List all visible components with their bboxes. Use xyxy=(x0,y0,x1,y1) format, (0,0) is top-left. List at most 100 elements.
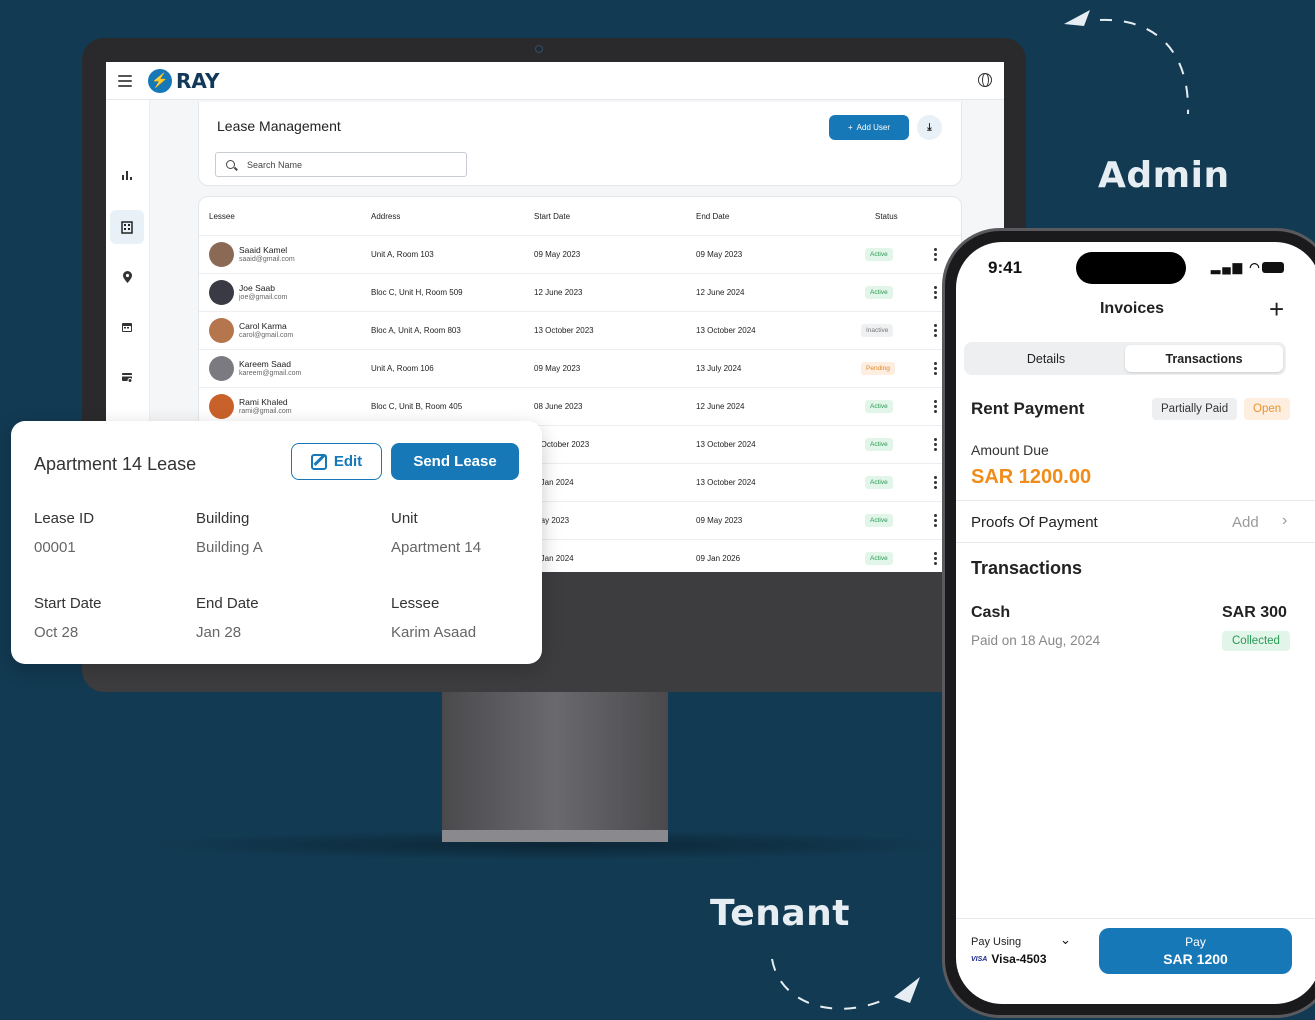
monitor-stand-base xyxy=(442,830,668,842)
globe-icon[interactable] xyxy=(978,73,992,87)
lessee-name: Rami Khaled xyxy=(239,397,288,407)
dynamic-island xyxy=(1076,252,1186,284)
add-proof-link[interactable]: Add xyxy=(1232,514,1259,531)
divider xyxy=(956,918,1315,919)
more-options-icon[interactable] xyxy=(934,324,937,337)
more-options-icon[interactable] xyxy=(934,286,937,299)
avatar xyxy=(209,242,234,267)
collected-badge: Collected xyxy=(1222,631,1290,651)
table-row[interactable]: Joe Saab joe@gmail.com Bloc C, Unit H, Roo… xyxy=(199,273,961,311)
sidebar-location-icon[interactable] xyxy=(110,260,144,294)
search-icon xyxy=(226,160,235,169)
field-label: Start Date xyxy=(34,595,102,612)
send-lease-button[interactable]: Send Lease xyxy=(391,443,519,480)
column-header[interactable]: End Date xyxy=(696,212,729,221)
more-options-icon[interactable] xyxy=(934,362,937,375)
brand-name: RAY xyxy=(176,68,220,93)
lease-details-card: Apartment 14 Lease Edit Send Lease Lease… xyxy=(11,421,542,664)
table-row[interactable]: Kareem Saad kareem@gmail.com Unit A, Room … xyxy=(199,349,961,387)
field-label: Lease ID xyxy=(34,510,95,527)
lessee-name: Saaid Kamel xyxy=(239,245,288,255)
address-cell: Unit A, Room 106 xyxy=(371,364,434,373)
status-badge: Active xyxy=(865,552,893,565)
status-badge: Active xyxy=(865,286,893,299)
screen-title: Invoices xyxy=(1099,300,1165,317)
field-value: Karim Asaad xyxy=(391,624,477,641)
add-user-button[interactable]: + Add User xyxy=(829,115,909,140)
lessee-email: carol@gmail.com xyxy=(239,332,294,339)
search-input[interactable] xyxy=(247,159,447,170)
more-options-icon[interactable] xyxy=(934,476,937,489)
address-cell: Unit A, Room 103 xyxy=(371,250,434,259)
amount-due-label: Amount Due xyxy=(971,442,1049,458)
edit-icon xyxy=(310,453,327,470)
rent-payment-title: Rent Payment xyxy=(971,399,1085,418)
more-options-icon[interactable] xyxy=(934,552,937,565)
field-value: Jan 28 xyxy=(196,624,242,641)
column-header[interactable]: Status xyxy=(875,212,898,221)
monitor-stand xyxy=(442,692,668,842)
add-icon[interactable]: + xyxy=(1269,294,1284,325)
status-badge: Active xyxy=(865,400,893,413)
end-date-cell: 09 Jan 2026 xyxy=(696,554,741,563)
start-date-cell: 08 June 2023 xyxy=(534,402,583,411)
search-box[interactable] xyxy=(215,152,467,177)
transactions-title: Transactions xyxy=(971,558,1083,578)
column-header[interactable]: Address xyxy=(371,212,400,221)
lessee-email: kareem@gmail.com xyxy=(239,370,302,377)
amount-due-value: SAR 1200.00 xyxy=(971,466,1092,488)
pay-button[interactable]: Pay SAR 1200 xyxy=(1099,928,1292,974)
status-time: 9:41 xyxy=(988,258,1023,277)
end-date-cell: 13 July 2024 xyxy=(696,364,742,373)
camera-icon xyxy=(535,45,543,53)
table-row[interactable]: Rami Khaled rami@gmail.com Bloc C, Unit B,… xyxy=(199,387,961,425)
sidebar-calendar-icon[interactable] xyxy=(110,310,144,344)
phone-screen: 9:41 ▂▄▆ ◠ Invoices + Details Transactio… xyxy=(956,242,1315,1004)
lessee-email: saaid@gmail.com xyxy=(239,256,295,263)
field-value: Apartment 14 xyxy=(391,539,482,556)
end-date-cell: 09 May 2023 xyxy=(696,516,743,525)
more-options-icon[interactable] xyxy=(934,400,937,413)
page-title: Lease Management xyxy=(217,118,341,134)
tab-details[interactable]: Details xyxy=(967,345,1125,372)
edit-button[interactable]: Edit xyxy=(291,443,382,480)
download-icon[interactable]: ⤓ xyxy=(917,115,942,140)
segmented-control: Details Transactions xyxy=(964,342,1286,375)
start-date-cell: 3 October 2023 xyxy=(534,440,590,449)
logo-bolt-icon: ⚡ xyxy=(148,68,172,93)
lessee-name: Carol Karma xyxy=(239,321,287,331)
edit-label: Edit xyxy=(333,453,363,470)
transaction-date: Paid on 18 Aug, 2024 xyxy=(971,633,1101,648)
sidebar-building-icon[interactable] xyxy=(110,210,144,244)
status-badge: Active xyxy=(865,438,893,451)
column-header[interactable]: Lessee xyxy=(209,212,235,221)
status-badge: Pending xyxy=(861,362,895,375)
header-card: Lease Management + Add User ⤓ xyxy=(198,102,962,186)
hamburger-menu-icon[interactable] xyxy=(118,74,132,87)
field-label: Building xyxy=(196,510,250,527)
field-value: 00001 xyxy=(34,539,76,556)
tab-transactions[interactable]: Transactions xyxy=(1125,345,1283,372)
chevron-down-icon[interactable]: ⌄ xyxy=(1060,932,1071,948)
payment-method-select[interactable]: VISA Visa-4503 xyxy=(971,952,1047,966)
logo[interactable]: ⚡ RAY xyxy=(148,68,220,93)
more-options-icon[interactable] xyxy=(934,438,937,451)
end-date-cell: 12 June 2024 xyxy=(696,288,745,297)
sidebar-chart-icon[interactable] xyxy=(110,158,144,192)
table-row[interactable]: Saaid Kamel saaid@gmail.com Unit A, Room 1… xyxy=(199,235,961,273)
lessee-name: Joe Saab xyxy=(239,283,275,293)
end-date-cell: 12 June 2024 xyxy=(696,402,745,411)
field-label: Lessee xyxy=(391,595,440,612)
proofs-of-payment-row[interactable]: Proofs Of Payment xyxy=(971,514,1098,531)
more-options-icon[interactable] xyxy=(934,514,937,527)
start-date-cell: 12 June 2023 xyxy=(534,288,583,297)
table-row[interactable]: Carol Karma carol@gmail.com Bloc A, Unit A… xyxy=(199,311,961,349)
open-badge: Open xyxy=(1244,398,1291,420)
sidebar-payments-icon[interactable] xyxy=(110,360,144,394)
more-options-icon[interactable] xyxy=(934,248,937,261)
start-date-cell: 09 May 2023 xyxy=(534,250,581,259)
card-label: Visa-4503 xyxy=(991,952,1047,966)
lessee-name: Kareem Saad xyxy=(239,359,291,369)
battery-icon xyxy=(1262,262,1284,273)
column-header[interactable]: Start Date xyxy=(534,212,570,221)
